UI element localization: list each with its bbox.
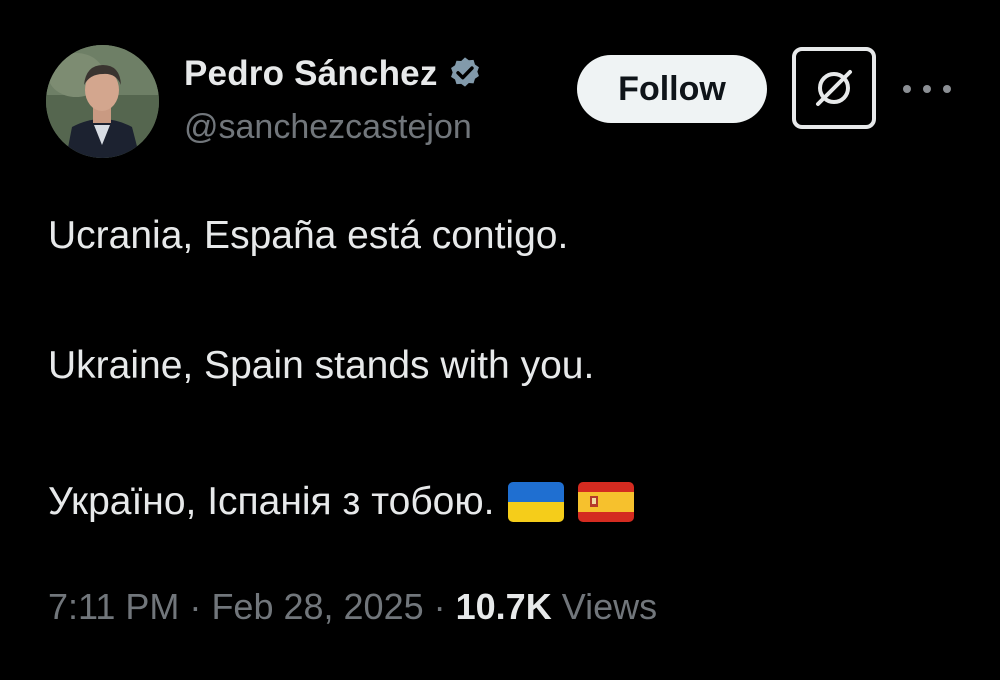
spain-flag-icon (578, 482, 635, 522)
tweet-text-line: Ukraine, Spain stands with you. (48, 344, 595, 387)
follow-button[interactable]: Follow (577, 55, 767, 123)
more-options-dot (923, 85, 931, 93)
tweet-time[interactable]: 7:11 PM (48, 586, 179, 627)
more-options-dot (943, 85, 951, 93)
tweet-text-line: Ucrania, España está contigo. (48, 214, 569, 257)
grok-icon (816, 70, 852, 106)
tweet-date[interactable]: Feb 28, 2025 (211, 586, 423, 627)
author-handle[interactable]: @sanchezcastejon (184, 108, 472, 147)
more-options-button[interactable] (903, 74, 951, 104)
tweet-metadata: 7:11 PM · Feb 28, 2025 · 10.7K Views (48, 585, 657, 629)
views-label: Views (561, 586, 658, 627)
ukraine-flag-icon (508, 482, 565, 522)
author-name-row: Pedro Sánchez (184, 50, 484, 98)
meta-separator: · (189, 586, 202, 627)
views-count: 10.7K (455, 586, 552, 627)
tweet-text-line: Україно, Іспанія з тобою. (48, 480, 495, 523)
verified-badge-icon (446, 55, 484, 93)
tweet-text-line-with-flags: Україно, Іспанія з тобою. (48, 478, 635, 526)
author-display-name[interactable]: Pedro Sánchez (184, 54, 438, 94)
more-options-icon (903, 85, 911, 93)
avatar[interactable] (46, 45, 159, 158)
grok-button[interactable] (792, 47, 876, 129)
tweet-card: Pedro Sánchez @sanchezcastejon Follow Uc… (0, 0, 1000, 680)
meta-separator: · (433, 586, 446, 627)
